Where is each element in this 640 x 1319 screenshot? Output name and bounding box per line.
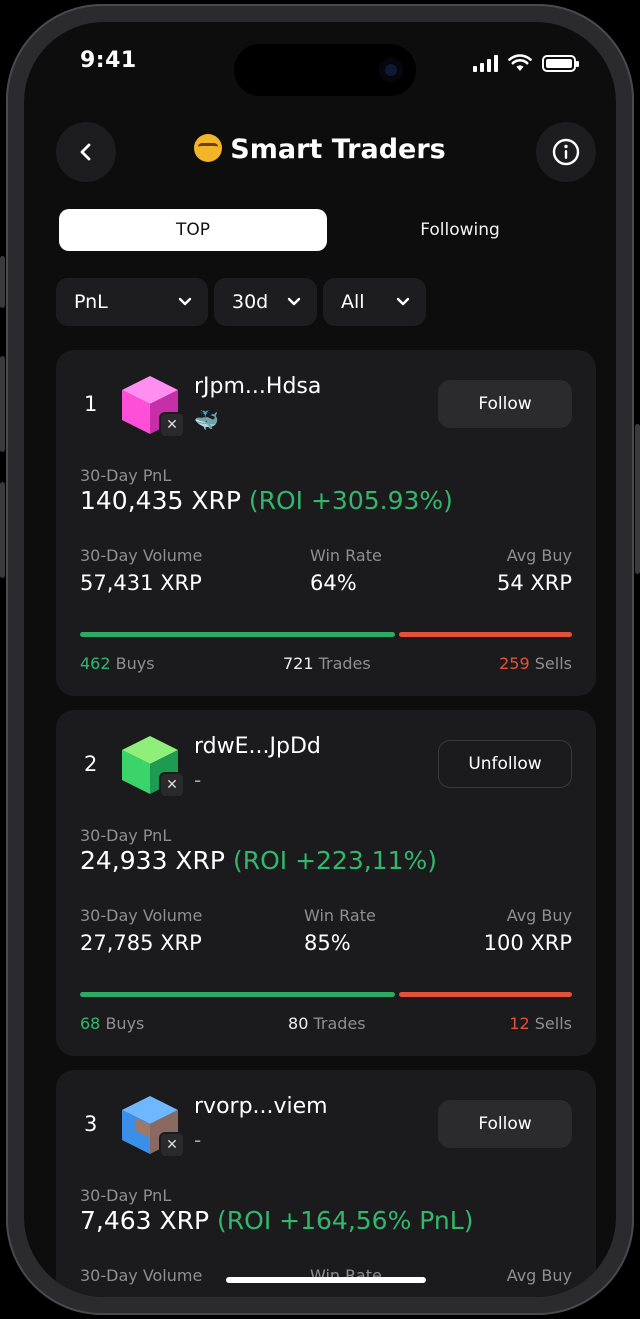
- volume-stat: 30-Day Volume 27,785 XRP: [80, 906, 202, 955]
- pnl-value: 140,435 XRP (ROI +305.93%): [80, 486, 453, 515]
- info-icon: [552, 138, 580, 166]
- roi-value: (ROI +164,56% PnL): [217, 1206, 474, 1235]
- volume-value: 27,785 XRP: [80, 931, 202, 955]
- volume-label: 30-Day Volume: [80, 906, 203, 925]
- trader-card[interactable]: 1 ✕ rJpm...Hdsa 🐳 Follow 30-Day PnL 140,…: [56, 350, 596, 696]
- trader-rank: 3: [84, 1112, 98, 1136]
- volume-up-button: [0, 356, 5, 452]
- sells-count: 12 Sells: [509, 1014, 572, 1033]
- avg-buy-label: Avg Buy: [506, 1266, 572, 1285]
- follow-button[interactable]: Follow: [438, 380, 572, 428]
- status-time: 9:41: [80, 48, 137, 73]
- trader-address: rvorp...viem: [194, 1094, 328, 1119]
- sell-segment: [398, 632, 572, 637]
- sells-count: 259 Sells: [499, 654, 572, 673]
- avg-buy-stat: Avg Buy: [507, 1266, 572, 1285]
- action-button: [0, 256, 5, 308]
- chevron-down-icon: [287, 297, 301, 306]
- volume-down-button: [0, 482, 5, 578]
- page-title: Smart Traders: [24, 134, 616, 165]
- camera-icon: [379, 58, 403, 82]
- buys-count: 462 Buys: [80, 654, 155, 673]
- trades-count: 721 Trades: [282, 654, 371, 673]
- buy-segment: [80, 992, 395, 997]
- buys-count: 68 Buys: [80, 1014, 145, 1033]
- win-rate-label: Win Rate: [310, 546, 382, 565]
- win-rate-label: Win Rate: [304, 906, 376, 925]
- avg-buy-stat: Avg Buy 100 XRP: [484, 906, 572, 955]
- volume-label: 30-Day Volume: [80, 1266, 203, 1285]
- win-rate-stat: Win Rate 85%: [304, 906, 376, 955]
- trader-address: rJpm...Hdsa: [194, 374, 322, 399]
- pnl-label: 30-Day PnL: [80, 826, 172, 845]
- chevron-down-icon: [178, 297, 192, 306]
- trader-card[interactable]: 3 ✕ rvorp...viem - Follow 30-Day PnL 7,4…: [56, 1070, 596, 1297]
- trader-tagline: -: [194, 1128, 202, 1152]
- unfollow-button[interactable]: Unfollow: [438, 740, 572, 788]
- trader-address: rdwE...JpDd: [194, 734, 321, 759]
- home-indicator[interactable]: [226, 1277, 426, 1283]
- follow-button[interactable]: Follow: [438, 1100, 572, 1148]
- pnl-amount: 7,463 XRP: [80, 1206, 210, 1235]
- trades-summary: 462 Buys 721 Trades 259 Sells: [80, 654, 572, 673]
- screen: 9:41 Smart Traders TOP Following PnL 30d…: [24, 22, 616, 1297]
- win-rate-value: 64%: [310, 571, 357, 595]
- win-rate-stat: Win Rate 64%: [310, 546, 382, 595]
- trader-rank: 1: [84, 392, 98, 416]
- tab-top[interactable]: TOP: [59, 209, 327, 251]
- trader-tagline: -: [194, 768, 202, 792]
- signal-icon: [473, 54, 498, 72]
- tab-following[interactable]: Following: [326, 209, 594, 251]
- pnl-label: 30-Day PnL: [80, 466, 172, 485]
- pnl-amount: 24,933 XRP: [80, 846, 225, 875]
- nerd-face-emoji-icon: [194, 134, 223, 162]
- buy-sell-bar: [80, 632, 572, 637]
- dynamic-island: [234, 44, 416, 96]
- trades-summary: 68 Buys 80 Trades 12 Sells: [80, 1014, 572, 1033]
- x-logo-icon: ✕: [159, 772, 185, 798]
- battery-icon: [542, 54, 579, 72]
- status-icons: [473, 54, 579, 72]
- scope-dropdown-value: All: [341, 291, 365, 313]
- phone-frame: 9:41 Smart Traders TOP Following PnL 30d…: [6, 4, 634, 1315]
- metric-dropdown-value: PnL: [74, 291, 108, 313]
- trader-card[interactable]: 2 ✕ rdwE...JpDd - Unfollow 30-Day PnL 24…: [56, 710, 596, 1056]
- period-dropdown-value: 30d: [232, 291, 269, 313]
- pnl-value: 24,933 XRP (ROI +223,11%): [80, 846, 437, 875]
- x-logo-icon: ✕: [159, 1132, 185, 1158]
- metric-dropdown[interactable]: PnL: [56, 278, 208, 326]
- volume-label: 30-Day Volume: [80, 546, 203, 565]
- sell-segment: [398, 992, 572, 997]
- trader-rank: 2: [84, 752, 98, 776]
- x-logo-icon: ✕: [159, 412, 185, 438]
- info-button[interactable]: [536, 122, 596, 182]
- volume-stat: 30-Day Volume 57,431 XRP: [80, 546, 202, 595]
- pnl-label: 30-Day PnL: [80, 1186, 172, 1205]
- avg-buy-value: 54 XRP: [496, 571, 572, 595]
- wifi-icon: [508, 54, 532, 71]
- avg-buy-stat: Avg Buy 54 XRP: [497, 546, 572, 595]
- chevron-down-icon: [396, 297, 410, 306]
- roi-value: (ROI +305.93%): [248, 486, 453, 515]
- avg-buy-value: 100 XRP: [483, 931, 572, 955]
- pnl-value: 7,463 XRP (ROI +164,56% PnL): [80, 1206, 473, 1235]
- trades-count: 80 Trades: [288, 1014, 366, 1033]
- avg-buy-label: Avg Buy: [506, 906, 572, 925]
- volume-value: 57,431 XRP: [80, 571, 202, 595]
- buy-segment: [80, 632, 395, 637]
- pnl-amount: 140,435 XRP: [80, 486, 241, 515]
- whale-icon: 🐳: [194, 408, 219, 432]
- avg-buy-label: Avg Buy: [506, 546, 572, 565]
- volume-stat: 30-Day Volume: [80, 1266, 202, 1285]
- buy-sell-bar: [80, 992, 572, 997]
- period-dropdown[interactable]: 30d: [214, 278, 317, 326]
- roi-value: (ROI +223,11%): [232, 846, 438, 875]
- scope-dropdown[interactable]: All: [323, 278, 426, 326]
- page-title-text: Smart Traders: [230, 134, 446, 165]
- power-button: [635, 424, 640, 574]
- win-rate-value: 85%: [304, 931, 351, 955]
